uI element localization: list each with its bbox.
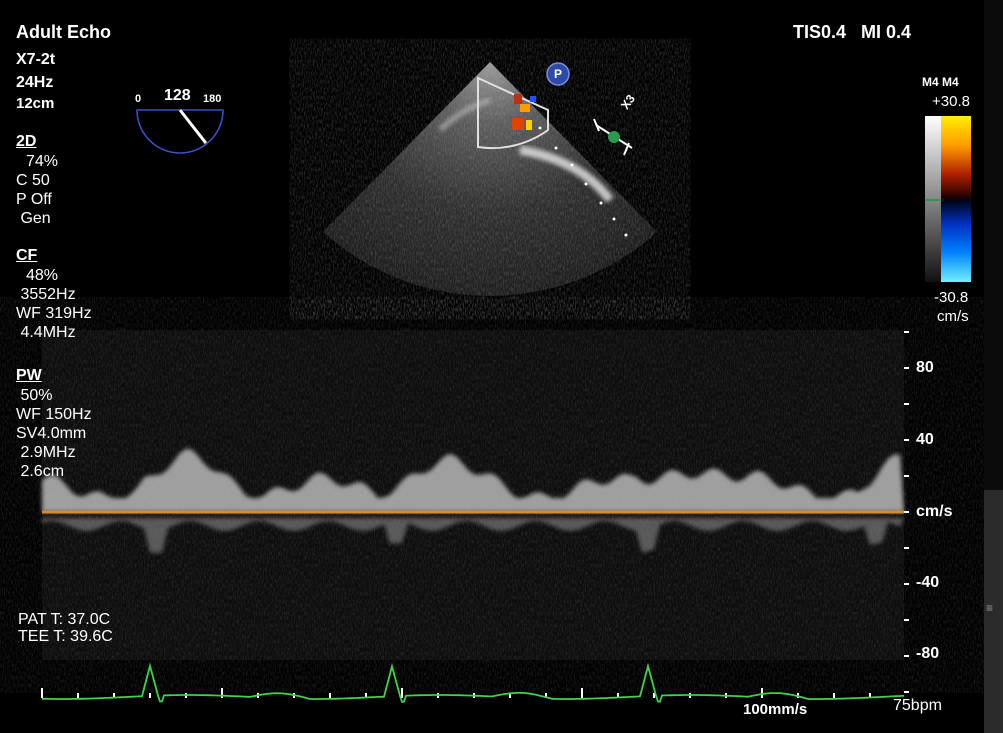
- cf-wall-filter: WF 319Hz: [16, 305, 92, 322]
- p-marker-label: P: [554, 67, 563, 81]
- 2d-frequency-mode: Gen: [16, 210, 51, 227]
- section-cf-title: CF: [16, 247, 38, 264]
- color-scale-max: +30.8: [932, 93, 970, 110]
- pw-frequency: 2.9MHz: [16, 444, 76, 461]
- image-depth: 12cm: [16, 95, 55, 112]
- patient-temperature: PAT T: 37.0C: [18, 611, 111, 628]
- pw-gain: 50%: [16, 387, 53, 404]
- color-scale-unit: cm/s: [937, 308, 969, 325]
- frame-rate: 24Hz: [16, 74, 54, 91]
- heart-rate: 75bpm: [893, 697, 942, 714]
- tee-temperature: TEE T: 39.6C: [18, 628, 113, 645]
- section-pw-title: PW: [16, 367, 42, 384]
- ecg-panel: [41, 662, 904, 703]
- focus-marker-icon[interactable]: [593, 118, 633, 156]
- section-2d-title: 2D: [16, 133, 37, 150]
- pw-wall-filter: WF 150Hz: [16, 406, 92, 423]
- probe-name: X7-2t: [16, 51, 56, 68]
- scale-tick-minus-80: -80: [916, 645, 940, 662]
- angle-max-label: 180: [203, 93, 222, 105]
- cf-prf: 3552Hz: [16, 286, 76, 303]
- color-map-label: M4 M4: [922, 75, 959, 89]
- sweep-speed: 100mm/s: [743, 701, 808, 718]
- scale-tick-80: 80: [916, 359, 934, 376]
- pw-gate-depth: 2.6cm: [16, 463, 65, 480]
- ecg-trace: [41, 662, 904, 703]
- velocity-scale: [904, 331, 909, 693]
- sector-image: [323, 62, 657, 296]
- angle-value: 128: [164, 87, 191, 104]
- exam-mode: Adult Echo: [16, 22, 111, 42]
- scrollbar-grip-icon: ≡: [986, 601, 994, 615]
- ultrasound-canvas: [41, 62, 971, 703]
- angle-min-label: 0: [135, 93, 142, 105]
- pw-sample-volume: SV4.0mm: [16, 425, 87, 442]
- doppler-spectrum: [42, 330, 904, 660]
- 2d-persistence: P Off: [16, 191, 52, 208]
- color-scale-min: -30.8: [934, 289, 969, 306]
- scale-tick-40: 40: [916, 431, 934, 448]
- cf-frequency: 4.4MHz: [16, 324, 76, 341]
- scale-unit-label: cm/s: [916, 503, 953, 520]
- 2d-gain: 74%: [26, 153, 59, 170]
- tis-mi-readout: TIS0.4 MI 0.4: [793, 22, 912, 42]
- probe-angle-icon: [136, 109, 224, 154]
- color-scale-bar: [925, 116, 971, 282]
- scale-tick-minus-40: -40: [916, 574, 940, 591]
- 2d-compression: C 50: [16, 172, 50, 189]
- cf-gain: 48%: [26, 267, 59, 284]
